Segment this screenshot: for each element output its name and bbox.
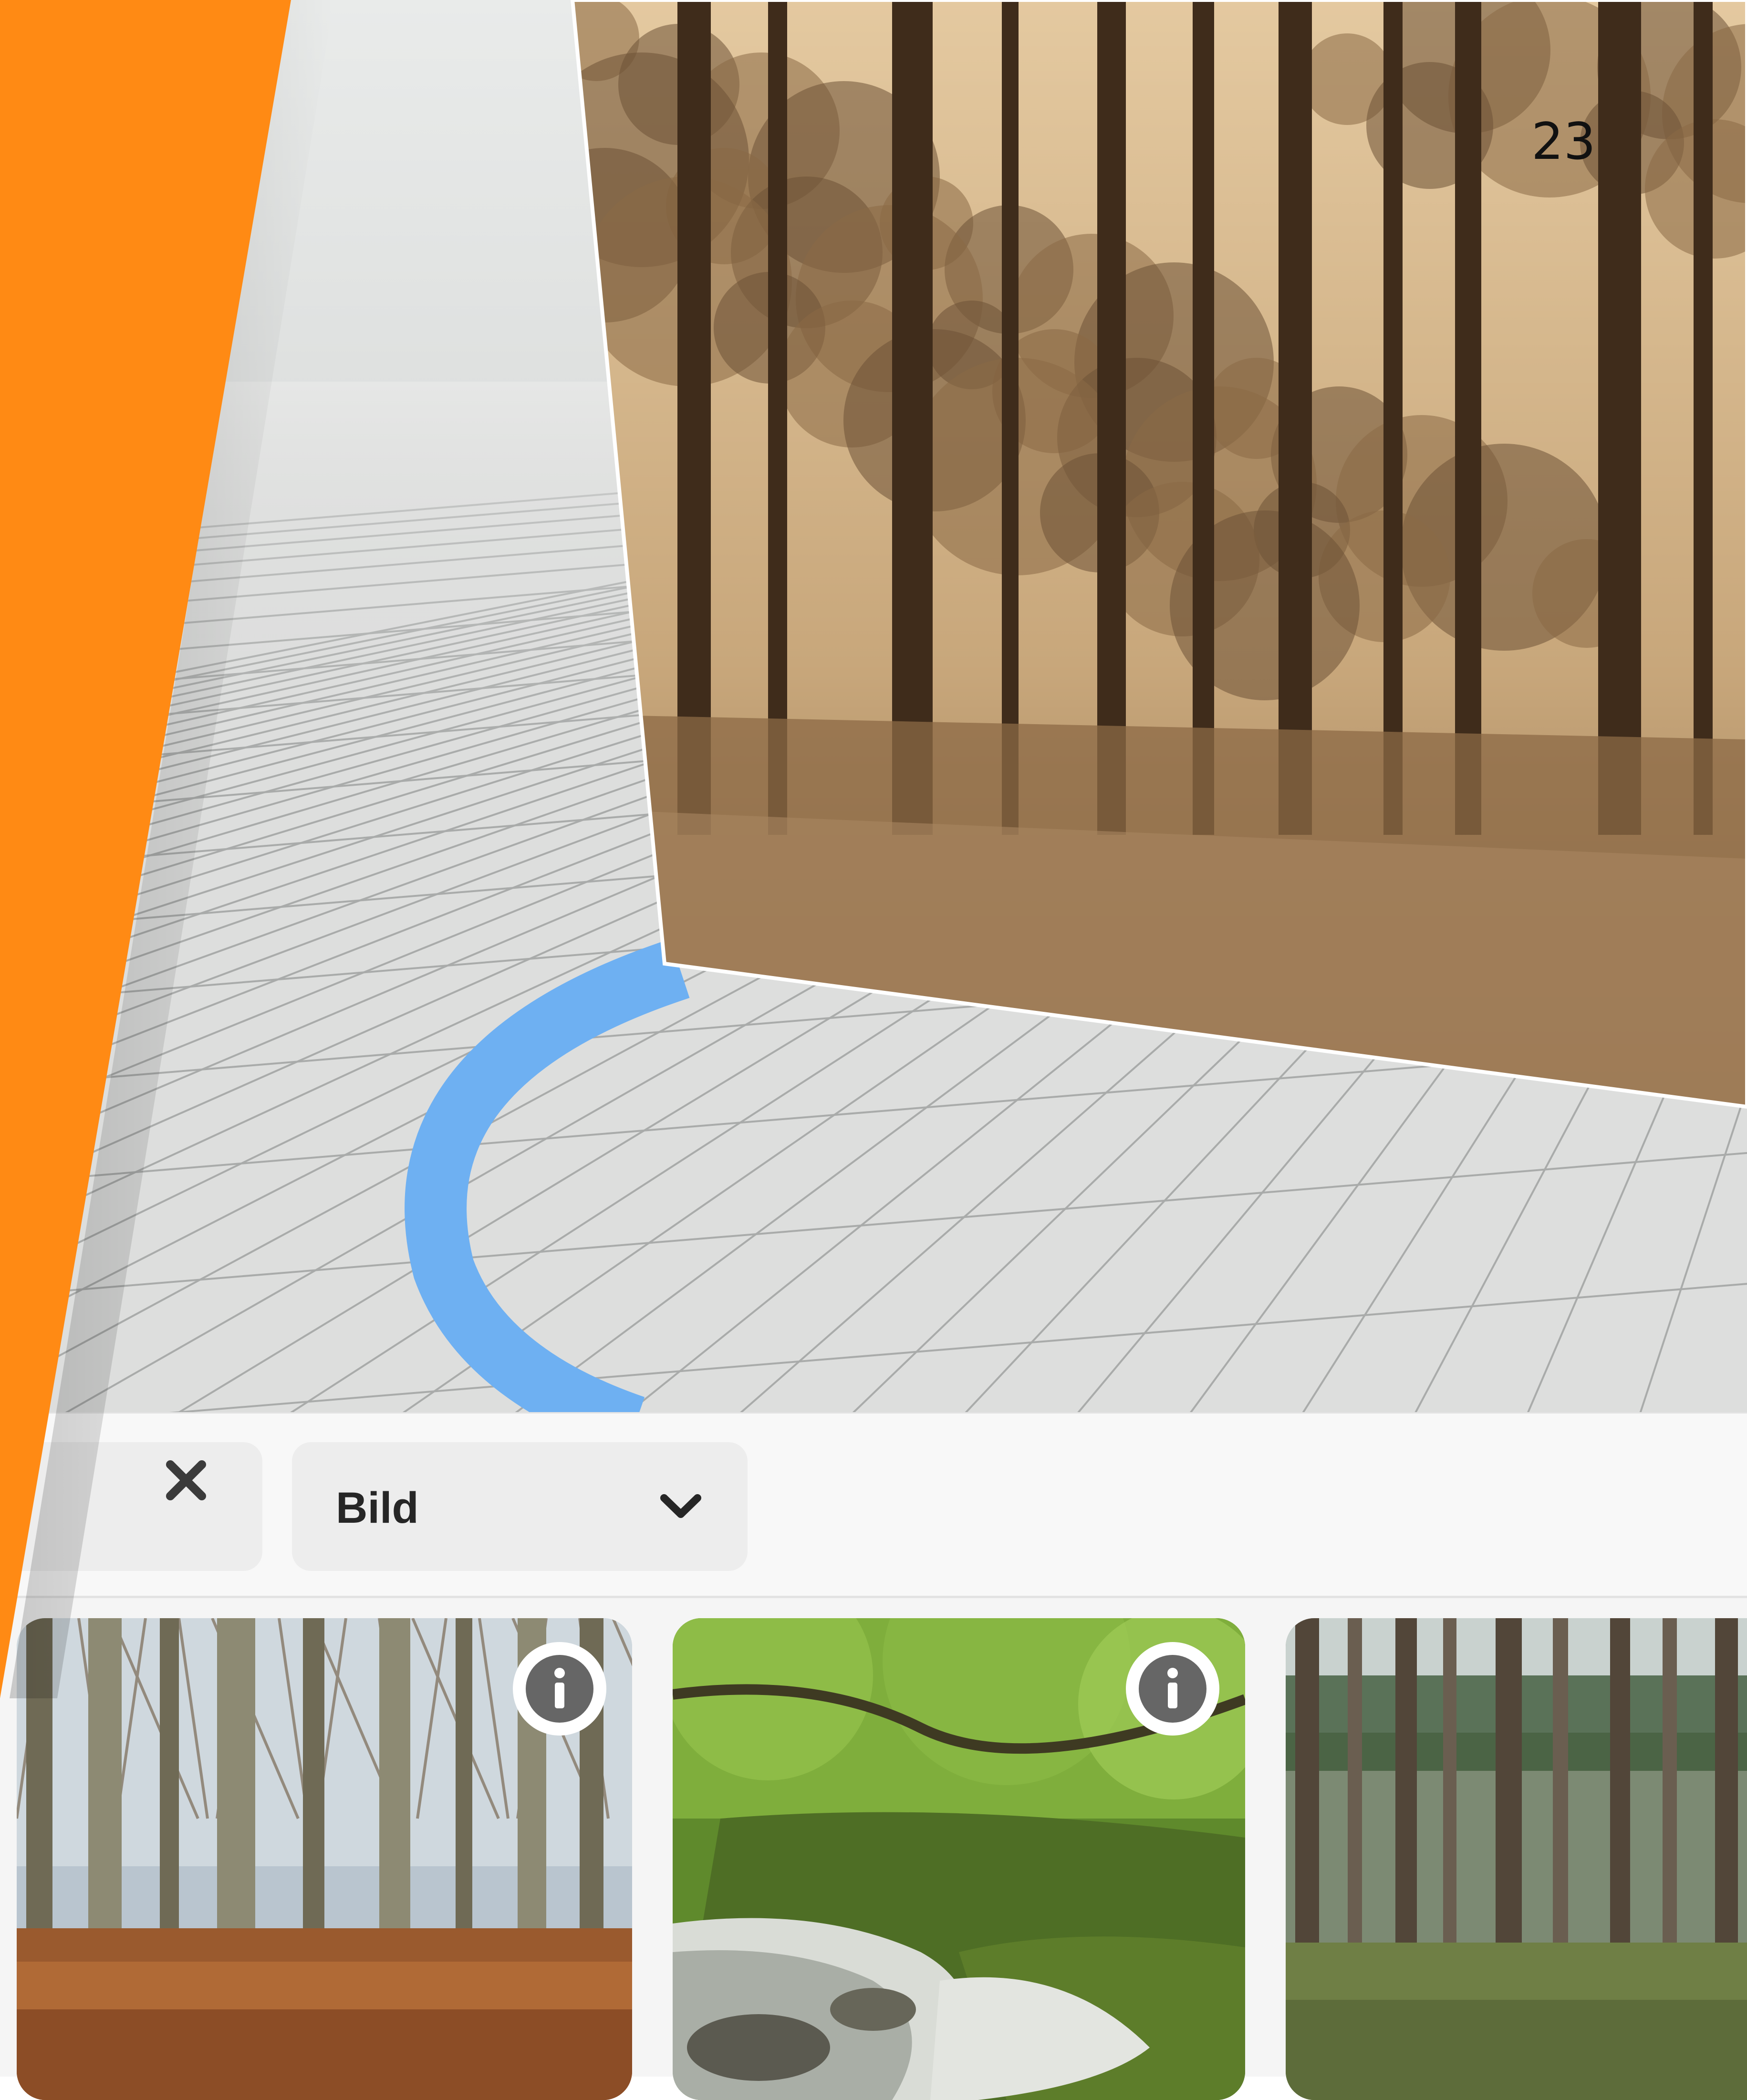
pine-forest-image <box>1286 1618 1747 2100</box>
gallery-item-beech-forest[interactable] <box>17 1618 632 2100</box>
info-icon <box>1139 1655 1206 1723</box>
3d-viewport[interactable]: 23 <box>0 0 1747 1412</box>
close-icon <box>166 1460 206 1500</box>
media-type-label: Bild <box>336 1484 419 1532</box>
grid-floor <box>0 0 1747 1412</box>
info-button[interactable] <box>1126 1642 1219 1736</box>
gallery-item-pine-forest[interactable] <box>1286 1618 1747 2100</box>
clear-search-button[interactable] <box>148 1447 224 1514</box>
media-type-select[interactable]: Bild <box>292 1442 748 1571</box>
chevron-down-icon <box>660 1494 701 1518</box>
info-button[interactable] <box>513 1642 606 1736</box>
image-gallery <box>0 1598 1747 2100</box>
filter-toolbar: Bild <box>0 1412 1747 1598</box>
info-icon <box>526 1655 593 1723</box>
gallery-item-mossy-stream[interactable] <box>673 1618 1245 2100</box>
page-number: 23 <box>1531 112 1596 171</box>
